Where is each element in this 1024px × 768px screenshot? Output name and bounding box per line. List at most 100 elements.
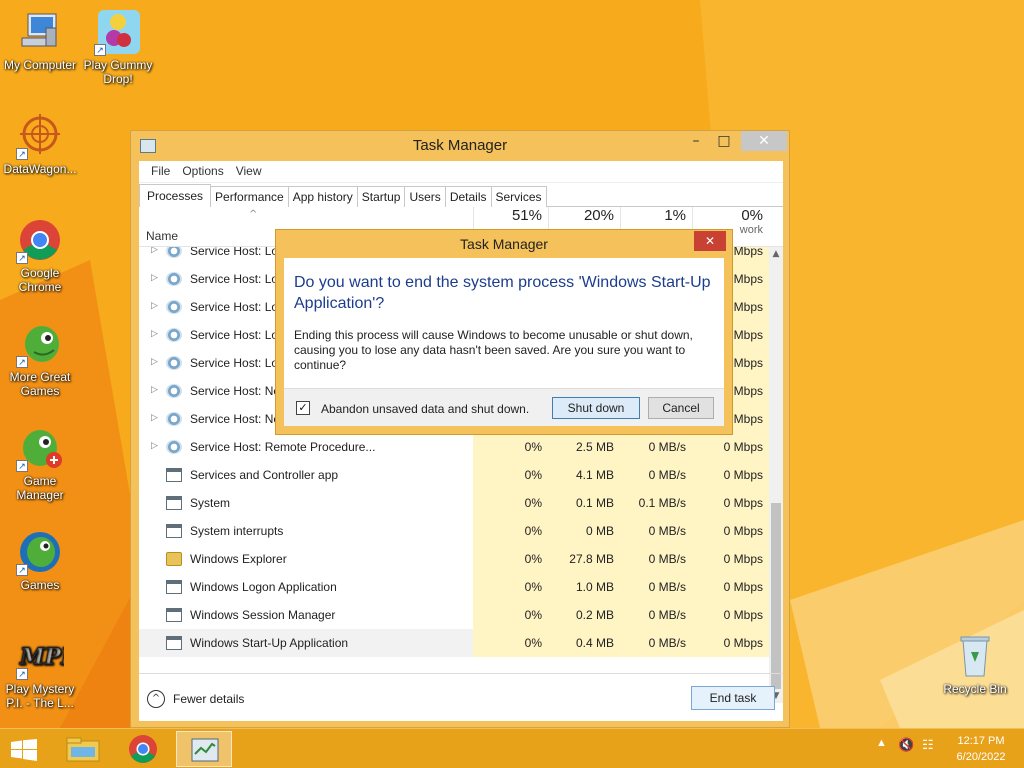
confirm-dialog: Task Manager ✕ Do you want to end the sy… (275, 229, 733, 435)
clock[interactable]: 12:17 PM 6/20/2022 (950, 733, 1012, 765)
process-name: Windows Logon Application (190, 580, 337, 594)
network-icon[interactable]: ☷ (922, 737, 934, 753)
shortcut-arrow-icon: ↗ (94, 44, 106, 56)
mystery-pi-icon: MPI ↗ (16, 632, 72, 680)
desktop-icon-label: Play Mystery P.I. - The L... (5, 682, 75, 710)
expand-arrow-icon[interactable]: ▷ (151, 328, 158, 339)
end-task-button[interactable]: End task (691, 686, 775, 710)
tab-details[interactable]: Details (444, 186, 492, 207)
sort-arrow-icon: ^ (249, 209, 258, 220)
close-button[interactable]: ✕ (741, 131, 787, 151)
menu-options[interactable]: Options (176, 161, 229, 182)
disk-cell: 0 MB/s (620, 461, 692, 489)
network-cell: 0 Mbps (692, 601, 769, 629)
app-window-icon (166, 524, 182, 538)
process-row[interactable]: Services and Controller app 0% 4.1 MB 0 MB/… (139, 461, 769, 489)
expand-arrow-icon[interactable]: ▷ (151, 384, 158, 395)
disk-cell: 0 MB/s (620, 629, 692, 657)
fish-icon: ↗ (16, 424, 64, 472)
desktop-icon-label: Games (20, 578, 60, 592)
desktop-icon-label: Google Chrome (18, 266, 62, 294)
desktop-icon-games[interactable]: ↗ Games (0, 528, 80, 592)
desktop-icon-recycle-bin[interactable]: Recycle Bin (935, 632, 1015, 696)
expand-arrow-icon[interactable]: ▷ (151, 247, 158, 255)
expand-arrow-icon[interactable]: ▷ (151, 412, 158, 423)
folder-icon (66, 737, 100, 762)
taskbar: ▲ 🔇 ☷ 12:17 PM 6/20/2022 (0, 728, 1024, 768)
tab-performance[interactable]: Performance (210, 186, 289, 207)
expand-arrow-icon[interactable]: ▷ (151, 356, 158, 367)
fish-icon: ↗ (16, 528, 64, 576)
desktop-icon-label: My Computer (3, 58, 77, 72)
tab-bar: Processes Performance App history Startu… (139, 184, 783, 207)
gear-icon (166, 356, 182, 370)
task-manager-icon (191, 738, 219, 762)
cpu-cell: 0% (473, 461, 548, 489)
process-row[interactable]: Windows Session Manager 0% 0.2 MB 0 MB/s 0 M… (139, 601, 769, 629)
network-cell: 0 Mbps (692, 517, 769, 545)
desktop-icon-my-computer[interactable]: My Computer (0, 8, 80, 72)
process-row[interactable]: Windows Logon Application 0% 1.0 MB 0 MB/s 0… (139, 573, 769, 601)
process-name: Service Host: Lo (190, 272, 279, 286)
desktop-icon-google-chrome[interactable]: ↗ Google Chrome (0, 216, 80, 294)
desktop-icon-label: More Great Games (9, 370, 71, 398)
fewer-details-link[interactable]: Fewer details (173, 692, 244, 706)
taskbar-chrome[interactable] (115, 731, 171, 767)
process-row[interactable]: System 0% 0.1 MB 0.1 MB/s 0 Mbps (139, 489, 769, 517)
memory-cell: 1.0 MB (548, 573, 620, 601)
gear-icon (166, 272, 182, 286)
tab-processes[interactable]: Processes (139, 184, 212, 207)
cpu-cell: 0% (473, 489, 548, 517)
abandon-data-checkbox[interactable]: ✓ (296, 401, 310, 415)
process-row[interactable]: ▷ Service Host: Remote Procedure... 0% 2.5 … (139, 433, 769, 461)
process-row[interactable]: System interrupts 0% 0 MB 0 MB/s 0 Mbps (139, 517, 769, 545)
expand-arrow-icon[interactable]: ▷ (151, 272, 158, 283)
process-name: Windows Start-Up Application (190, 636, 349, 650)
tab-startup[interactable]: Startup (356, 186, 406, 207)
dialog-close-button[interactable]: ✕ (694, 231, 726, 251)
desktop-icon-game-manager[interactable]: ↗ Game Manager (0, 424, 80, 502)
process-row[interactable]: Windows Explorer 0% 27.8 MB 0 MB/s 0 Mbps (139, 545, 769, 573)
menu-bar: File Options View (139, 161, 783, 183)
chevron-up-icon[interactable]: ^ (147, 690, 165, 708)
folder-icon (166, 552, 182, 566)
process-name: Service Host: Lo (190, 247, 279, 258)
tab-app-history[interactable]: App history (287, 186, 358, 207)
network-cell: 0 Mbps (692, 545, 769, 573)
taskbar-file-explorer[interactable] (55, 731, 111, 767)
desktop-icon-datawagon[interactable]: ↗ DataWagon... (0, 112, 80, 176)
scroll-thumb[interactable] (771, 503, 781, 689)
clock-time: 12:17 PM (957, 735, 1005, 747)
abandon-data-label[interactable]: Abandon unsaved data and shut down. (321, 402, 529, 416)
column-name[interactable]: Name (146, 229, 178, 243)
maximize-button[interactable]: □ (711, 131, 737, 151)
show-hidden-icons[interactable]: ▲ (876, 737, 887, 749)
menu-view[interactable]: View (230, 161, 268, 182)
disk-percent: 1% (664, 207, 686, 224)
cpu-cell: 0% (473, 629, 548, 657)
process-row[interactable]: Windows Start-Up Application 0% 0.4 MB 0 MB… (139, 629, 769, 657)
process-name: Service Host: Ne (190, 384, 281, 398)
scroll-up-icon[interactable]: ▲ (769, 247, 783, 261)
shortcut-arrow-icon: ↗ (16, 564, 28, 576)
shut-down-button[interactable]: Shut down (552, 397, 640, 419)
clock-date: 6/20/2022 (956, 751, 1006, 763)
tab-users[interactable]: Users (404, 186, 446, 207)
volume-muted-icon[interactable]: 🔇 (898, 737, 914, 753)
cancel-button[interactable]: Cancel (648, 397, 714, 419)
tab-services[interactable]: Services (490, 186, 547, 207)
menu-file[interactable]: File (145, 161, 176, 182)
desktop-icon-gummy-drop[interactable]: ↗ Play Gummy Drop! (78, 8, 158, 86)
disk-cell: 0 MB/s (620, 433, 692, 461)
dialog-question: Do you want to end the system process 'W… (294, 274, 711, 312)
expand-arrow-icon[interactable]: ▷ (151, 440, 158, 451)
memory-cell: 2.5 MB (548, 433, 620, 461)
desktop-icon-mystery-pi[interactable]: MPI ↗ Play Mystery P.I. - The L... (0, 632, 80, 711)
windows-start-icon[interactable] (10, 739, 38, 761)
vertical-scrollbar[interactable]: ▲ ▼ (769, 247, 783, 703)
expand-arrow-icon[interactable]: ▷ (151, 300, 158, 311)
minimize-button[interactable]: – (683, 131, 709, 151)
desktop-icon-more-great-games[interactable]: ↗ More Great Games (0, 320, 80, 398)
gear-icon (166, 300, 182, 314)
taskbar-task-manager[interactable] (176, 731, 232, 767)
